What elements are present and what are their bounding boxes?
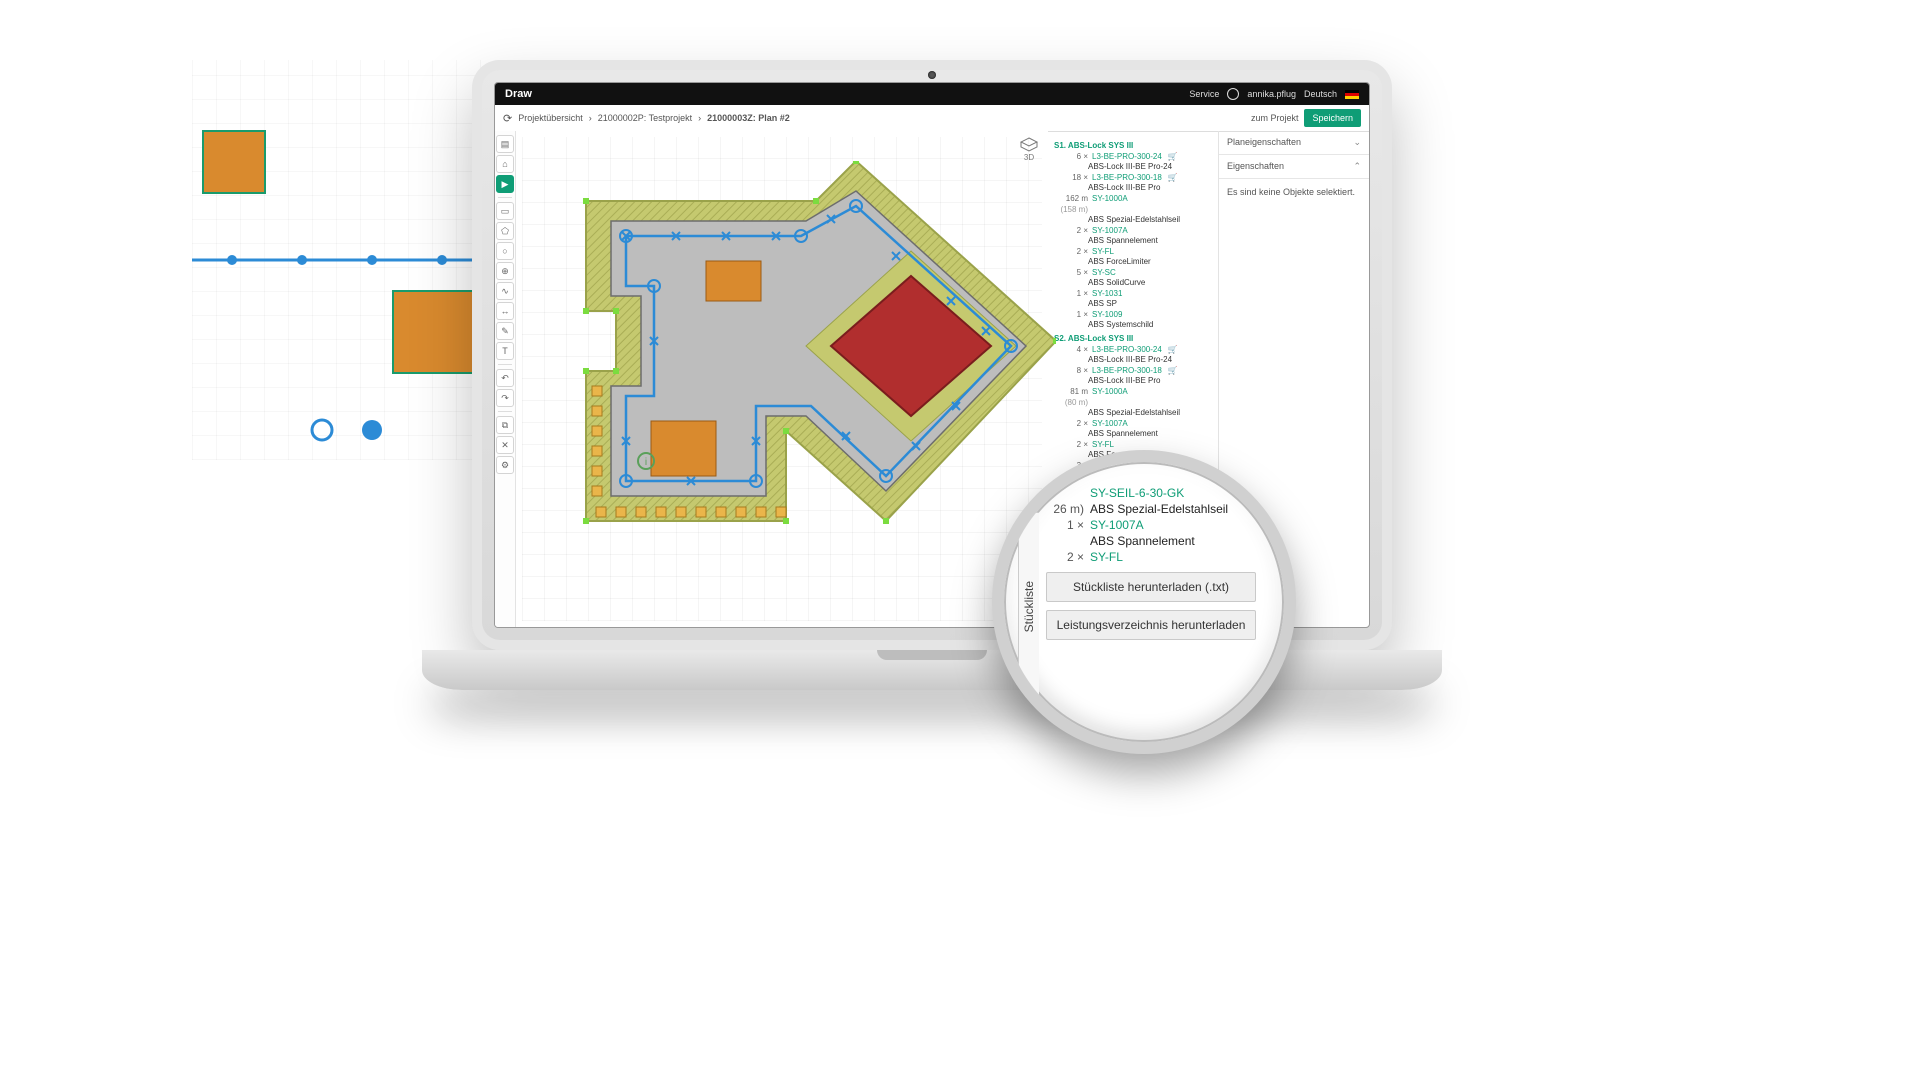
properties-empty-message: Es sind keine Objekte selektiert. xyxy=(1219,179,1369,205)
flag-de-icon xyxy=(1345,90,1359,99)
view-3d-toggle[interactable]: 3D xyxy=(1018,137,1040,162)
to-project-link[interactable]: zum Projekt xyxy=(1251,113,1299,123)
camera-icon xyxy=(928,71,936,79)
bom-row[interactable]: 18 ×L3-BE-PRO-300-18🛒 xyxy=(1058,173,1214,183)
bom-row[interactable]: 2 ×SY-1007A xyxy=(1058,226,1214,236)
bom-row[interactable]: 4 ×L3-BE-PRO-300-24🛒 xyxy=(1058,345,1214,355)
service-link[interactable]: Service xyxy=(1189,89,1219,99)
bom-row[interactable]: 1 ×SY-1031 xyxy=(1058,289,1214,299)
object-properties-section[interactable]: Eigenschaften⌃ xyxy=(1219,155,1369,179)
chevron-right-icon: › xyxy=(698,113,701,123)
tool-column-left: ▤ ⌂ ▶ ▭ ⬠ ○ ⊕ ∿ ↔ ✎ T ↶ ↷ xyxy=(495,131,516,627)
tool-delete-icon[interactable]: ✕ xyxy=(496,436,514,454)
chevron-up-icon: ⌃ xyxy=(1353,161,1361,172)
mag-code[interactable]: SY-FL xyxy=(1090,550,1123,564)
username[interactable]: annika.pflug xyxy=(1247,89,1296,99)
laptop-base xyxy=(422,650,1442,690)
tool-building-icon[interactable]: ⌂ xyxy=(496,155,514,173)
bom-s1-list: 6 ×L3-BE-PRO-300-24🛒ABS-Lock III-BE Pro-… xyxy=(1054,152,1214,330)
chevron-right-icon: › xyxy=(589,113,592,123)
bom-row[interactable]: 6 ×L3-BE-PRO-300-24🛒 xyxy=(1058,152,1214,162)
tool-settings-icon[interactable]: ⚙ xyxy=(496,456,514,474)
tool-circle-icon[interactable]: ○ xyxy=(496,242,514,260)
cart-icon[interactable]: 🛒 xyxy=(1168,173,1178,183)
tool-pen-icon[interactable]: ✎ xyxy=(496,322,514,340)
bom-row[interactable]: 1 ×SY-1009 xyxy=(1058,310,1214,320)
magnifier-overlay: Stückliste SY-SEIL-6-30-GK 26 m)ABS Spez… xyxy=(992,450,1296,754)
tool-copy-icon[interactable]: ⧉ xyxy=(496,416,514,434)
tool-rope-icon[interactable]: ∿ xyxy=(496,282,514,300)
tool-poly-icon[interactable]: ⬠ xyxy=(496,222,514,240)
chevron-down-icon: ⌄ xyxy=(1353,137,1361,148)
cart-icon[interactable]: 🛒 xyxy=(1168,366,1178,376)
bom-row[interactable]: 5 ×SY-SC xyxy=(1058,268,1214,278)
cart-icon[interactable]: 🛒 xyxy=(1168,152,1178,162)
breadcrumb-plan: 21000003Z: Plan #2 xyxy=(707,113,790,123)
save-button[interactable]: Speichern xyxy=(1304,109,1361,127)
cart-icon[interactable]: 🛒 xyxy=(1168,345,1178,355)
svg-text:i: i xyxy=(645,457,647,468)
tool-measure-icon[interactable]: ↔ xyxy=(496,302,514,320)
bom-code[interactable]: SY-FL xyxy=(1092,247,1114,257)
bom-code[interactable]: L3-BE-PRO-300-18 xyxy=(1092,173,1162,183)
bom-code[interactable]: L3-BE-PRO-300-24 xyxy=(1092,345,1162,355)
bom-code[interactable]: SY-1009 xyxy=(1092,310,1122,320)
app-title: Draw xyxy=(505,88,532,100)
tool-select-icon[interactable]: ▶ xyxy=(496,175,514,193)
tool-text-icon[interactable]: T xyxy=(496,342,514,360)
breadcrumb-root[interactable]: Projektübersicht xyxy=(518,113,583,123)
drawing-canvas[interactable]: 3D xyxy=(516,131,1048,627)
breadcrumb-bar: ⟳ Projektübersicht › 21000002P: Testproj… xyxy=(495,105,1369,132)
background-plan xyxy=(192,60,492,460)
language-selector[interactable]: Deutsch xyxy=(1304,89,1337,99)
bom-code[interactable]: SY-1000A xyxy=(1092,194,1128,204)
bom-s1-title[interactable]: S1. ABS-Lock SYS III xyxy=(1054,141,1214,151)
plan-properties-section[interactable]: Planeigenschaften⌄ xyxy=(1219,131,1369,155)
bom-code[interactable]: L3-BE-PRO-300-24 xyxy=(1092,152,1162,162)
bom-row[interactable]: 2 ×SY-FL xyxy=(1058,247,1214,257)
mag-code[interactable]: SY-1007A xyxy=(1090,518,1144,532)
tool-rect-icon[interactable]: ▭ xyxy=(496,202,514,220)
bom-code[interactable]: SY-SC xyxy=(1092,268,1116,278)
roof-plan[interactable]: i xyxy=(556,161,1056,561)
bom-code[interactable]: SY-FL xyxy=(1092,440,1114,450)
bom-row[interactable]: 81 mSY-1000A xyxy=(1058,387,1214,397)
bom-code[interactable]: SY-1000A xyxy=(1092,387,1128,397)
tool-anchor-icon[interactable]: ⊕ xyxy=(496,262,514,280)
app-topbar: Draw Service annika.pflug Deutsch xyxy=(495,83,1369,105)
bom-code[interactable]: L3-BE-PRO-300-18 xyxy=(1092,366,1162,376)
bom-row[interactable]: 2 ×SY-1007A xyxy=(1058,419,1214,429)
tool-layers-icon[interactable]: ▤ xyxy=(496,135,514,153)
bom-code[interactable]: SY-1007A xyxy=(1092,226,1128,236)
bom-row[interactable]: 2 ×SY-FL xyxy=(1058,440,1214,450)
download-spec-button[interactable]: Leistungsverzeichnis herunterladen xyxy=(1046,610,1256,640)
mag-code[interactable]: SY-SEIL-6-30-GK xyxy=(1090,486,1184,500)
bom-s2-title[interactable]: S2. ABS-Lock SYS III xyxy=(1054,334,1214,344)
tool-undo-icon[interactable]: ↶ xyxy=(496,369,514,387)
bom-code[interactable]: SY-1007A xyxy=(1092,419,1128,429)
tool-redo-icon[interactable]: ↷ xyxy=(496,389,514,407)
download-bom-button[interactable]: Stückliste herunterladen (.txt) xyxy=(1046,572,1256,602)
user-icon xyxy=(1227,88,1239,100)
breadcrumb-project[interactable]: 21000002P: Testprojekt xyxy=(598,113,692,123)
bom-row[interactable]: 162 mSY-1000A xyxy=(1058,194,1214,204)
bom-code[interactable]: SY-1031 xyxy=(1092,289,1122,299)
bom-row[interactable]: 8 ×L3-BE-PRO-300-18🛒 xyxy=(1058,366,1214,376)
refresh-icon[interactable]: ⟳ xyxy=(503,112,512,125)
